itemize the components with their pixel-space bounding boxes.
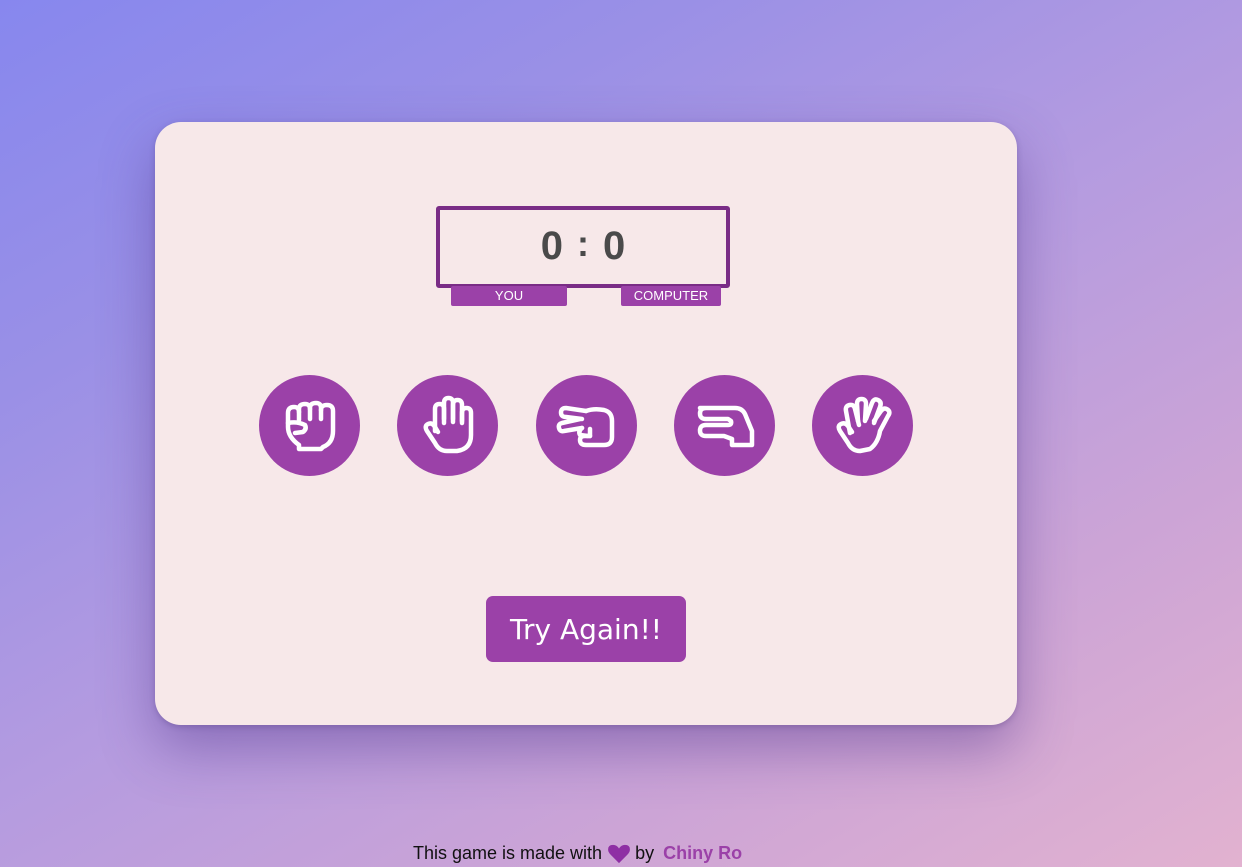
footer: This game is made with by Chiny Ro bbox=[413, 843, 742, 864]
choice-lizard-button[interactable] bbox=[674, 375, 775, 476]
score-separator: : bbox=[577, 223, 589, 264]
hand-rock-icon bbox=[285, 400, 335, 451]
heart-icon bbox=[608, 844, 630, 863]
choice-scissors-button[interactable] bbox=[536, 375, 637, 476]
hand-paper-icon bbox=[422, 395, 473, 453]
player-label-badge: YOU bbox=[451, 286, 567, 306]
score-display: 0 : 0 bbox=[540, 223, 626, 269]
computer-label-badge: COMPUTER bbox=[621, 286, 721, 306]
footer-text: This game is made with bbox=[413, 843, 603, 863]
hand-lizard-icon bbox=[697, 405, 754, 447]
choice-rock-button[interactable] bbox=[259, 375, 360, 476]
hand-spock-icon bbox=[835, 396, 892, 453]
player-score: 0 bbox=[540, 223, 563, 268]
scoreboard: 0 : 0 bbox=[436, 206, 730, 288]
hand-scissors-icon bbox=[556, 405, 614, 447]
footer-by-text: by bbox=[635, 843, 655, 863]
game-card: 0 : 0 YOU COMPUTER Try Again!! bbox=[155, 122, 1017, 725]
choice-spock-button[interactable] bbox=[812, 375, 913, 476]
choice-paper-button[interactable] bbox=[397, 375, 498, 476]
try-again-button[interactable]: Try Again!! bbox=[486, 596, 686, 662]
computer-score: 0 bbox=[603, 223, 626, 268]
author-link[interactable]: Chiny Ro bbox=[663, 843, 742, 864]
